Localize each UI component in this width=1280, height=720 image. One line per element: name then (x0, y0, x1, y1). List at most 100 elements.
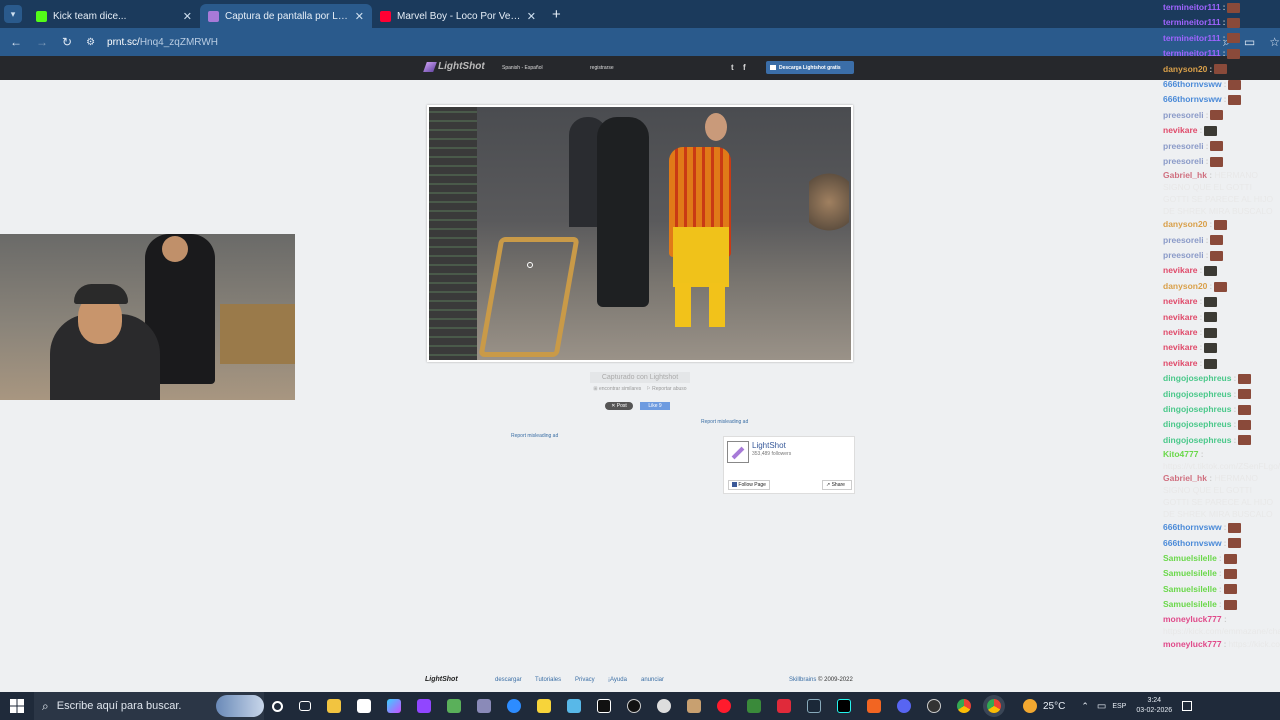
taskbar-search-box[interactable]: ⌕ Escribe aquí para buscar. (34, 692, 264, 720)
github-icon[interactable] (927, 699, 941, 713)
twitch-icon[interactable] (417, 699, 431, 713)
chat-username[interactable]: Kito4777 (1163, 449, 1198, 459)
chat-username[interactable]: preesoreli (1163, 248, 1204, 263)
cortana-icon[interactable] (272, 700, 283, 712)
close-tab-icon[interactable]: ✕ (183, 10, 192, 23)
task-view-icon[interactable] (299, 701, 311, 711)
report-ad-link[interactable]: Report misleading ad (511, 433, 558, 439)
windows-start-icon[interactable] (10, 699, 24, 713)
close-tab-icon[interactable]: ✕ (355, 10, 364, 23)
chat-username[interactable]: danyson20 (1163, 279, 1207, 294)
tab-youtube[interactable]: Marvel Boy - Loco Por Vernos ( ✕ (372, 4, 544, 28)
chat-username[interactable]: nevikare (1163, 263, 1198, 278)
chat-username[interactable]: 666thornvsww (1163, 77, 1222, 92)
input-language[interactable]: ESP (1112, 703, 1126, 710)
chat-username[interactable]: dingojosephreus (1163, 387, 1231, 402)
close-tab-icon[interactable]: ✕ (527, 10, 536, 23)
notepad-icon[interactable] (357, 699, 371, 713)
tab-lightshot[interactable]: Captura de pantalla por Lightsh ✕ (200, 4, 372, 28)
x-post-button[interactable]: ✕ Post (605, 402, 633, 410)
reload-icon[interactable]: ↻ (62, 35, 72, 49)
whiteboard-icon[interactable] (567, 699, 581, 713)
chat-username[interactable]: 666thornvsww (1163, 520, 1222, 535)
sticky-notes-icon[interactable] (537, 699, 551, 713)
chat-username[interactable]: Samuelsilelle (1163, 597, 1217, 612)
fb-share-button[interactable]: ↗ Share (822, 480, 852, 490)
register-link[interactable]: registrarse (590, 65, 614, 71)
fb-page-name[interactable]: LightShot (752, 441, 786, 450)
chrome-active-icon[interactable] (987, 699, 1001, 713)
find-similar-link[interactable]: ⊞ encontrar similares (593, 386, 641, 392)
opera-icon[interactable] (717, 699, 731, 713)
red-app-icon[interactable] (777, 699, 791, 713)
steam-icon[interactable] (807, 699, 821, 713)
chat-username[interactable]: nevikare (1163, 123, 1198, 138)
footer-link-privacy[interactable]: Privacy (575, 677, 595, 683)
chat-username[interactable]: nevikare (1163, 294, 1198, 309)
chat-username[interactable]: preesoreli (1163, 233, 1204, 248)
tiktok-icon[interactable] (837, 699, 851, 713)
chat-username[interactable]: Gabriel_hk (1163, 473, 1207, 483)
chat-username[interactable]: preesoreli (1163, 154, 1204, 169)
fb-page-avatar[interactable] (727, 441, 749, 463)
notification-icon[interactable] (1182, 701, 1193, 711)
chat-username[interactable]: dingojosephreus (1163, 402, 1231, 417)
forward-icon[interactable]: → (36, 35, 48, 49)
chat-username[interactable]: termineitor111 (1163, 15, 1221, 30)
back-icon[interactable]: ← (10, 35, 22, 49)
weather-temp[interactable]: 25°C (1043, 701, 1065, 712)
orange-app-icon[interactable] (867, 699, 881, 713)
chat-username[interactable]: dingojosephreus (1163, 371, 1231, 386)
network-icon[interactable]: ▭ (1097, 701, 1106, 712)
lightshot-logo[interactable]: LightShot (423, 61, 485, 72)
download-button[interactable]: Descarga Lightshot gratis (766, 61, 854, 74)
url-field[interactable]: prnt.sc/Hnq4_zqZMRWH (107, 37, 218, 48)
facebook-icon[interactable]: f (743, 63, 746, 72)
capcut-icon[interactable] (597, 699, 611, 713)
footer-link-download[interactable]: descargar (495, 677, 522, 683)
obs-icon[interactable] (627, 699, 641, 713)
footer-link-advertise[interactable]: anunciar (641, 677, 664, 683)
chat-username[interactable]: dingojosephreus (1163, 433, 1231, 448)
footer-link-help[interactable]: ¡Ayuda (608, 677, 627, 683)
chat-username[interactable]: preesoreli (1163, 139, 1204, 154)
report-abuse-link[interactable]: ⚐ Reportar abuso (646, 386, 686, 392)
media-app-icon[interactable] (687, 699, 701, 713)
chat-username[interactable]: Samuelsilelle (1163, 582, 1217, 597)
report-ad-link[interactable]: Report misleading ad (701, 419, 748, 425)
settings-gear-icon[interactable] (657, 699, 671, 713)
minecraft-icon[interactable] (747, 699, 761, 713)
site-info-icon[interactable]: ⚙ (86, 37, 95, 48)
chat-username[interactable]: nevikare (1163, 340, 1198, 355)
chat-username[interactable]: danyson20 (1163, 217, 1207, 232)
twitter-icon[interactable]: t (731, 63, 734, 72)
clock[interactable]: 3:24 03-02-2026 (1136, 696, 1172, 716)
tray-chevron-icon[interactable]: ⌃ (1081, 701, 1089, 712)
fb-follow-button[interactable]: Follow Page (728, 480, 770, 490)
chat-username[interactable]: moneyluck777 (1163, 637, 1222, 652)
chat-username[interactable]: preesoreli (1163, 108, 1204, 123)
chat-username[interactable]: danyson20 (1163, 62, 1207, 77)
tab-kick[interactable]: Kick team dice... ✕ (28, 4, 200, 28)
chrome-icon[interactable] (957, 699, 971, 713)
chat-username[interactable]: dingojosephreus (1163, 417, 1231, 432)
chat-username[interactable]: nevikare (1163, 325, 1198, 340)
new-tab-button[interactable]: + (552, 6, 561, 23)
chat-username[interactable]: 666thornvsww (1163, 536, 1222, 551)
chat-username[interactable]: termineitor111 (1163, 0, 1221, 15)
zoom-app-icon[interactable] (507, 699, 521, 713)
chat-username[interactable]: moneyluck777 (1163, 614, 1222, 624)
discord-icon[interactable] (897, 699, 911, 713)
file-explorer-icon[interactable] (327, 699, 341, 713)
archive-icon[interactable] (477, 699, 491, 713)
chat-username[interactable]: nevikare (1163, 356, 1198, 371)
skillbrains-link[interactable]: Skillbrains (789, 677, 816, 683)
chat-username[interactable]: 666thornvsww (1163, 92, 1222, 107)
chat-username[interactable]: Samuelsilelle (1163, 566, 1217, 581)
footer-link-tutorials[interactable]: Tutoriales (535, 677, 561, 683)
chat-username[interactable]: nevikare (1163, 310, 1198, 325)
chat-username[interactable]: Samuelsilelle (1163, 551, 1217, 566)
footer-logo[interactable]: LightShot (425, 676, 458, 683)
language-selector[interactable]: Spanish - Español (502, 65, 543, 71)
chat-username[interactable]: termineitor111 (1163, 31, 1221, 46)
